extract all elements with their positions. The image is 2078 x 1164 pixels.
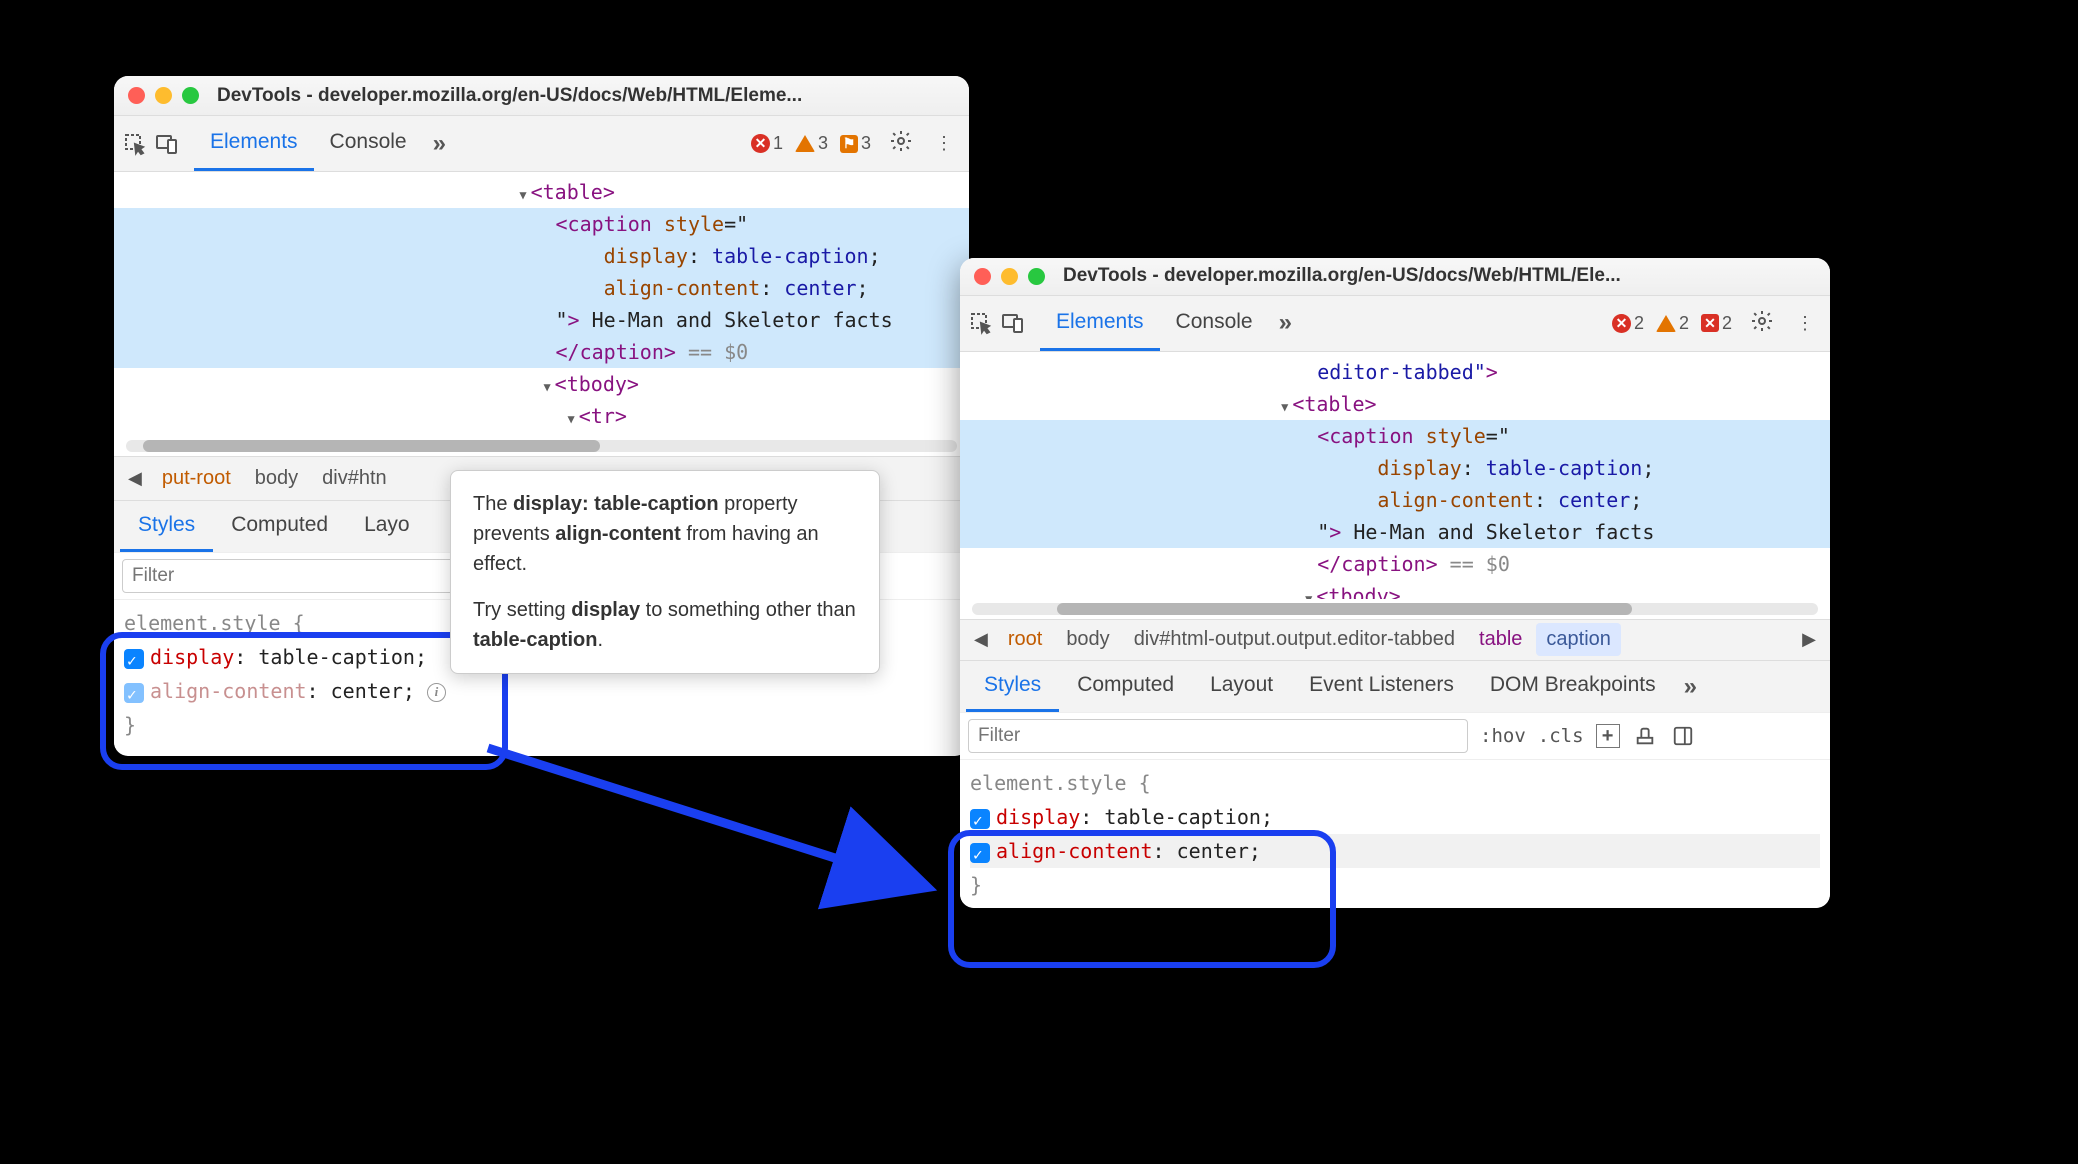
add-rule-icon[interactable]: + bbox=[1596, 724, 1620, 748]
checkbox-icon[interactable] bbox=[970, 809, 990, 829]
dom-scrollbar[interactable] bbox=[126, 440, 957, 452]
rule-align-content[interactable]: align-content: center; bbox=[970, 834, 1820, 868]
bc-item[interactable]: root bbox=[998, 623, 1052, 656]
toolbar: Elements Console » ✕1 3 ⚑3 ⋮ bbox=[114, 116, 969, 172]
flags-badge[interactable]: ✕2 bbox=[1697, 313, 1736, 334]
arrow-annotation bbox=[480, 740, 960, 910]
titlebar[interactable]: DevTools - developer.mozilla.org/en-US/d… bbox=[960, 258, 1830, 296]
checkbox-icon[interactable] bbox=[124, 683, 144, 703]
flags-badge[interactable]: ⚑3 bbox=[836, 133, 875, 154]
checkbox-icon[interactable] bbox=[124, 649, 144, 669]
info-icon[interactable]: i bbox=[427, 683, 446, 702]
hov-toggle[interactable]: :hov bbox=[1480, 725, 1526, 747]
rule-display[interactable]: display: table-caption; bbox=[970, 800, 1820, 834]
window-title: DevTools - developer.mozilla.org/en-US/d… bbox=[1063, 265, 1621, 287]
bc-prev-icon[interactable]: ◀ bbox=[122, 468, 148, 489]
status-badges: ✕2 2 ✕2 bbox=[1608, 313, 1736, 334]
dom-tree[interactable]: ▼<table> <caption style=" display: table… bbox=[114, 172, 969, 436]
panel-tabs: Elements Console » bbox=[1040, 296, 1302, 351]
settings-icon[interactable] bbox=[881, 129, 921, 158]
subtab-styles[interactable]: Styles bbox=[966, 661, 1059, 712]
close-icon[interactable] bbox=[974, 268, 991, 285]
filter-row: :hov .cls + bbox=[960, 712, 1830, 759]
tooltip-popup: The display: table-caption property prev… bbox=[450, 470, 880, 674]
window-title: DevTools - developer.mozilla.org/en-US/d… bbox=[217, 85, 802, 107]
tab-console[interactable]: Console bbox=[314, 116, 423, 171]
tab-elements[interactable]: Elements bbox=[194, 116, 314, 171]
tab-console[interactable]: Console bbox=[1160, 296, 1269, 351]
errors-badge[interactable]: ✕1 bbox=[747, 133, 787, 154]
more-subtabs-icon[interactable]: » bbox=[1674, 673, 1707, 701]
kebab-icon[interactable]: ⋮ bbox=[927, 133, 961, 154]
checkbox-icon[interactable] bbox=[970, 843, 990, 863]
rule-close: } bbox=[124, 708, 959, 742]
bc-prev-icon[interactable]: ◀ bbox=[968, 629, 994, 650]
bc-item-selected[interactable]: caption bbox=[1536, 623, 1621, 656]
style-rules[interactable]: element.style { display: table-caption; … bbox=[960, 759, 1830, 908]
dom-tree[interactable]: editor-tabbed"> ▼<table> <caption style=… bbox=[960, 352, 1830, 600]
kebab-icon[interactable]: ⋮ bbox=[1788, 313, 1822, 334]
panel-icon[interactable] bbox=[1670, 723, 1696, 749]
subtab-layout[interactable]: Layo bbox=[346, 501, 428, 552]
bc-item[interactable]: div#htn bbox=[312, 462, 397, 495]
panel-tabs: Elements Console » bbox=[194, 116, 456, 171]
warnings-badge[interactable]: 2 bbox=[1652, 313, 1693, 334]
bc-item[interactable]: put-root bbox=[152, 462, 241, 495]
bc-item[interactable]: body bbox=[245, 462, 308, 495]
device-icon[interactable] bbox=[154, 131, 180, 157]
subtab-styles[interactable]: Styles bbox=[120, 501, 213, 552]
more-tabs-icon[interactable]: » bbox=[1269, 309, 1302, 337]
subtab-event-listeners[interactable]: Event Listeners bbox=[1291, 661, 1472, 712]
minimize-icon[interactable] bbox=[155, 87, 172, 104]
titlebar[interactable]: DevTools - developer.mozilla.org/en-US/d… bbox=[114, 76, 969, 116]
maximize-icon[interactable] bbox=[182, 87, 199, 104]
subtab-computed[interactable]: Computed bbox=[1059, 661, 1192, 712]
more-tabs-icon[interactable]: » bbox=[423, 130, 456, 158]
rule-close: } bbox=[970, 868, 1820, 902]
subtab-computed[interactable]: Computed bbox=[213, 501, 346, 552]
close-icon[interactable] bbox=[128, 87, 145, 104]
bc-item[interactable]: div#html-output.output.editor-tabbed bbox=[1124, 623, 1465, 656]
device-icon[interactable] bbox=[1000, 310, 1026, 336]
devtools-window-right: DevTools - developer.mozilla.org/en-US/d… bbox=[960, 258, 1830, 908]
dom-scrollbar[interactable] bbox=[972, 603, 1818, 614]
bc-item[interactable]: table bbox=[1469, 623, 1532, 656]
status-badges: ✕1 3 ⚑3 bbox=[747, 133, 875, 154]
filter-input[interactable] bbox=[968, 719, 1468, 753]
subtab-dom-breakpoints[interactable]: DOM Breakpoints bbox=[1472, 661, 1674, 712]
bc-next-icon[interactable]: ▶ bbox=[1796, 629, 1822, 650]
warnings-badge[interactable]: 3 bbox=[791, 133, 832, 154]
errors-badge[interactable]: ✕2 bbox=[1608, 313, 1648, 334]
maximize-icon[interactable] bbox=[1028, 268, 1045, 285]
cls-toggle[interactable]: .cls bbox=[1538, 725, 1584, 747]
subtab-layout[interactable]: Layout bbox=[1192, 661, 1291, 712]
settings-icon[interactable] bbox=[1742, 309, 1782, 338]
brush-icon[interactable] bbox=[1632, 723, 1658, 749]
rule-align-content[interactable]: align-content: center; i bbox=[124, 674, 959, 708]
breadcrumb[interactable]: ◀ root body div#html-output.output.edito… bbox=[960, 619, 1830, 660]
inspect-icon[interactable] bbox=[122, 131, 148, 157]
styles-tabs: Styles Computed Layout Event Listeners D… bbox=[960, 660, 1830, 712]
selector-label: element.style { bbox=[970, 766, 1820, 800]
bc-item[interactable]: body bbox=[1056, 623, 1119, 656]
tab-elements[interactable]: Elements bbox=[1040, 296, 1160, 351]
toolbar: Elements Console » ✕2 2 ✕2 ⋮ bbox=[960, 296, 1830, 352]
inspect-icon[interactable] bbox=[968, 310, 994, 336]
minimize-icon[interactable] bbox=[1001, 268, 1018, 285]
